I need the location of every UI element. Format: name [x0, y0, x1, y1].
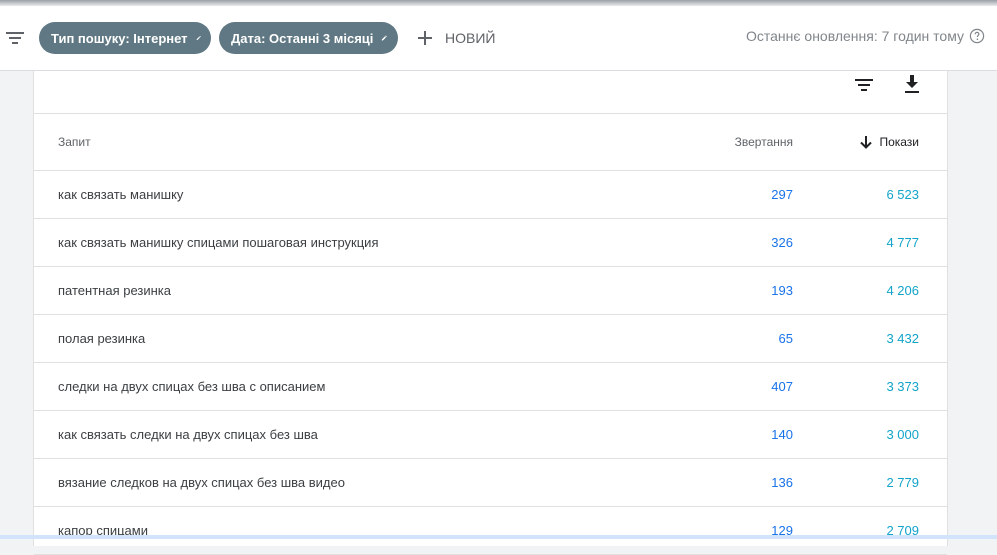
table-row[interactable]: патентная резинка 193 4 206 [34, 267, 947, 315]
clicks-cell: 407 [771, 379, 793, 394]
filter-rows-icon[interactable] [854, 77, 874, 93]
impressions-cell: 3 373 [886, 379, 919, 394]
query-cell: как связать следки на двух спицах без шв… [58, 427, 318, 442]
edit-icon [382, 35, 388, 41]
table-tools [34, 71, 947, 114]
plus-icon [418, 31, 432, 45]
download-icon[interactable] [902, 73, 922, 95]
impressions-cell: 3 000 [886, 427, 919, 442]
impressions-cell: 2 779 [886, 475, 919, 490]
edit-icon [196, 35, 201, 41]
table-row[interactable]: вязание следков на двух спицах без шва в… [34, 459, 947, 507]
column-header-clicks[interactable]: Звертання [735, 135, 793, 149]
impressions-cell: 4 777 [886, 235, 919, 250]
table-row[interactable]: как связать манишку 297 6 523 [34, 171, 947, 219]
column-header-query[interactable]: Запит [58, 135, 91, 149]
impressions-cell: 3 432 [886, 331, 919, 346]
last-update-text: Останнє оновлення: 7 годин тому [745, 28, 964, 44]
query-cell: патентная резинка [58, 283, 171, 298]
clicks-cell: 326 [771, 235, 793, 250]
last-update: Останнє оновлення: 7 годин тому [746, 28, 985, 44]
impressions-cell: 6 523 [886, 187, 919, 202]
clicks-cell: 140 [771, 427, 793, 442]
chip-label: Тип пошуку: Інтернет [51, 30, 188, 46]
column-header-impressions-label: Покази [879, 135, 919, 149]
table-row[interactable]: капор спицами 129 2 709 [34, 507, 947, 555]
table-row[interactable]: полая резинка 65 3 432 [34, 315, 947, 363]
clicks-cell: 65 [778, 331, 793, 346]
bottom-strip [0, 535, 997, 539]
query-cell: вязание следков на двух спицах без шва в… [58, 475, 345, 490]
query-cell: полая резинка [58, 331, 146, 346]
column-header-impressions[interactable]: Покази [859, 135, 919, 149]
table-row[interactable]: как связать манишку спицами пошаговая ин… [34, 219, 947, 267]
arrow-down-icon [860, 136, 873, 149]
table-header: Запит Звертання Покази [34, 113, 947, 171]
query-cell: как связать манишку [58, 187, 184, 202]
impressions-cell: 4 206 [886, 283, 919, 298]
chip-label: Дата: Останні 3 місяці [231, 30, 374, 46]
table-row[interactable]: следки на двух спицах без шва с описание… [34, 363, 947, 411]
clicks-cell: 136 [771, 475, 793, 490]
filter-toolbar: Тип пошуку: Інтернет Дата: Останні 3 міс… [0, 6, 997, 71]
search-type-chip[interactable]: Тип пошуку: Інтернет [39, 22, 211, 54]
add-filter-button[interactable]: НОВИЙ [415, 22, 495, 54]
new-button-label: НОВИЙ [445, 30, 496, 46]
clicks-cell: 297 [771, 187, 793, 202]
queries-card: Запит Звертання Покази как связать маниш… [33, 71, 948, 555]
date-chip[interactable]: Дата: Останні 3 місяці [219, 22, 398, 54]
table-row[interactable]: как связать следки на двух спицах без шв… [34, 411, 947, 459]
filter-icon[interactable] [5, 30, 25, 46]
query-cell: как связать манишку спицами пошаговая ин… [58, 235, 379, 250]
help-icon[interactable] [969, 28, 985, 44]
clicks-cell: 193 [771, 283, 793, 298]
query-cell: следки на двух спицах без шва с описание… [58, 379, 326, 394]
